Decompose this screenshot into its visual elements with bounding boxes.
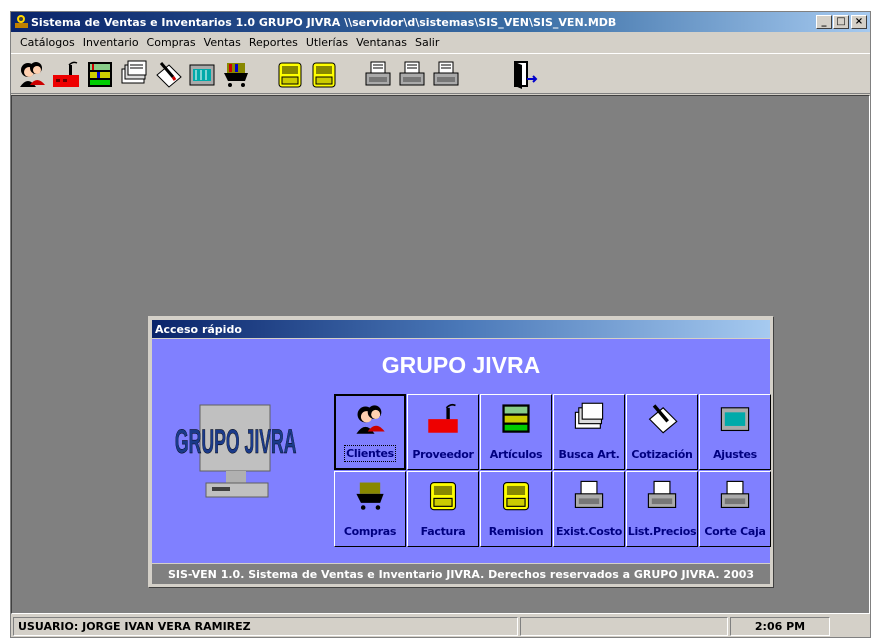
menu-salir[interactable]: Salir xyxy=(411,36,443,49)
exist-costo-label: Exist.Costo xyxy=(555,525,623,538)
menu-bar: Catálogos Inventario Compras Ventas Repo… xyxy=(11,33,870,52)
ajustes-button[interactable]: Ajustes xyxy=(699,394,771,470)
title-bar[interactable]: Sistema de Ventas e Inventarios 1.0 GRUP… xyxy=(11,12,870,32)
printer-icon xyxy=(433,61,459,85)
quick-access-title: Acceso rápido xyxy=(155,322,242,336)
cotizacion-button[interactable]: Cotización xyxy=(626,394,698,470)
quick-access-title-bar[interactable]: Acceso rápido xyxy=(152,320,770,338)
register-icon xyxy=(429,481,457,511)
register-icon xyxy=(278,62,302,87)
factory-icon xyxy=(428,403,458,433)
clientes-label: Clientes xyxy=(344,445,396,462)
quick-access-panel: GRUPO JIVRA GRUPO JIVRA Clientes Proveed… xyxy=(152,339,771,563)
people-icon xyxy=(20,61,45,87)
shelves-icon xyxy=(88,61,112,87)
busca-art-label: Busca Art. xyxy=(558,448,620,461)
factura-button[interactable]: Factura xyxy=(407,471,479,547)
status-empty-panel xyxy=(520,616,728,636)
cart-icon xyxy=(356,482,384,510)
toolbar-compras-button[interactable] xyxy=(220,57,252,91)
toolbar-articulos-button[interactable] xyxy=(84,57,116,91)
printer-icon xyxy=(574,480,604,509)
list-precios-label: List.Precios xyxy=(627,525,697,538)
toolbar-proveedor-button[interactable] xyxy=(50,57,82,91)
minimize-button[interactable]: _ xyxy=(816,15,832,29)
quick-access-window: Acceso rápido GRUPO JIVRA GRUPO JIVRA Cl… xyxy=(148,316,774,588)
exist-costo-button[interactable]: Exist.Costo xyxy=(553,471,625,547)
toolbar-clientes-button[interactable] xyxy=(16,57,48,91)
app-icon xyxy=(15,15,28,28)
toolbar-factura-button[interactable] xyxy=(274,57,306,91)
register-icon xyxy=(312,62,336,87)
toolbar-remision-button[interactable] xyxy=(308,57,340,91)
corte-caja-button[interactable]: Corte Caja xyxy=(699,471,771,547)
mdi-client-area: Acceso rápido GRUPO JIVRA GRUPO JIVRA Cl… xyxy=(11,95,870,614)
card-file-icon xyxy=(574,402,604,429)
menu-ventanas[interactable]: Ventanas xyxy=(352,36,411,49)
proveedor-label: Proveedor xyxy=(412,448,474,461)
quick-access-heading: GRUPO JIVRA xyxy=(381,352,541,378)
cotizacion-label: Cotización xyxy=(631,448,693,461)
close-button[interactable]: × xyxy=(851,15,867,29)
card-file-icon xyxy=(121,60,147,83)
menu-compras[interactable]: Compras xyxy=(143,36,200,49)
busca-art-button[interactable]: Busca Art. xyxy=(553,394,625,470)
factura-label: Factura xyxy=(420,525,466,538)
shelves-icon xyxy=(502,404,530,433)
menu-ventas[interactable]: Ventas xyxy=(200,36,245,49)
status-time: 2:06 PM xyxy=(730,616,830,636)
menu-inventario[interactable]: Inventario xyxy=(79,36,143,49)
exit-door-icon xyxy=(514,60,538,89)
proveedor-button[interactable]: Proveedor xyxy=(407,394,479,470)
toolbar-busca-button[interactable] xyxy=(118,57,150,91)
ajustes-label: Ajustes xyxy=(713,448,757,461)
menu-reportes[interactable]: Reportes xyxy=(245,36,302,49)
main-window: Sistema de Ventas e Inventarios 1.0 GRUP… xyxy=(10,11,871,638)
toolbar xyxy=(11,53,870,94)
toolbar-corte-caja-button[interactable] xyxy=(430,57,462,91)
articulos-button[interactable]: Artículos xyxy=(480,394,552,470)
register-icon xyxy=(502,481,530,511)
status-bar: USUARIO: JORGE IVAN VERA RAMIREZ 2:06 PM xyxy=(11,614,870,638)
toolbar-exist-costo-button[interactable] xyxy=(362,57,394,91)
svg-text:GRUPO JIVRA: GRUPO JIVRA xyxy=(175,422,297,461)
remision-label: Remision xyxy=(488,525,544,538)
printer-icon xyxy=(720,480,750,509)
keypad-icon xyxy=(189,64,215,85)
printer-icon xyxy=(399,61,425,85)
printer-icon xyxy=(647,480,677,509)
cart-icon xyxy=(224,62,248,87)
remision-button[interactable]: Remision xyxy=(480,471,552,547)
status-user: USUARIO: JORGE IVAN VERA RAMIREZ xyxy=(13,616,518,636)
compras-label: Compras xyxy=(343,525,397,538)
clientes-button[interactable]: Clientes xyxy=(334,394,406,470)
compras-button[interactable]: Compras xyxy=(334,471,406,547)
toolbar-list-precios-button[interactable] xyxy=(396,57,428,91)
printer-icon xyxy=(365,61,391,85)
keypad-icon xyxy=(720,407,750,432)
menu-utilerias[interactable]: Utlerías xyxy=(302,36,352,49)
toolbar-salir-button[interactable] xyxy=(508,57,540,91)
pen-paper-icon xyxy=(156,61,182,88)
articulos-label: Artículos xyxy=(489,448,543,461)
quick-access-grid: Clientes Proveedor Artículos Busca Art. … xyxy=(334,394,771,547)
window-title: Sistema de Ventas e Inventarios 1.0 GRUP… xyxy=(31,15,617,29)
company-logo: GRUPO JIVRA xyxy=(175,404,297,498)
maximize-button[interactable]: □ xyxy=(833,15,849,29)
menu-catalogos[interactable]: Catálogos xyxy=(16,36,79,49)
toolbar-cotizacion-button[interactable] xyxy=(152,57,184,91)
pen-paper-icon xyxy=(648,404,678,434)
people-icon xyxy=(356,405,385,434)
corte-caja-label: Corte Caja xyxy=(704,525,766,538)
quick-access-footer: SIS-VEN 1.0. Sistema de Ventas e Inventa… xyxy=(152,564,770,584)
toolbar-ajustes-button[interactable] xyxy=(186,57,218,91)
list-precios-button[interactable]: List.Precios xyxy=(626,471,698,547)
factory-icon xyxy=(53,61,79,87)
